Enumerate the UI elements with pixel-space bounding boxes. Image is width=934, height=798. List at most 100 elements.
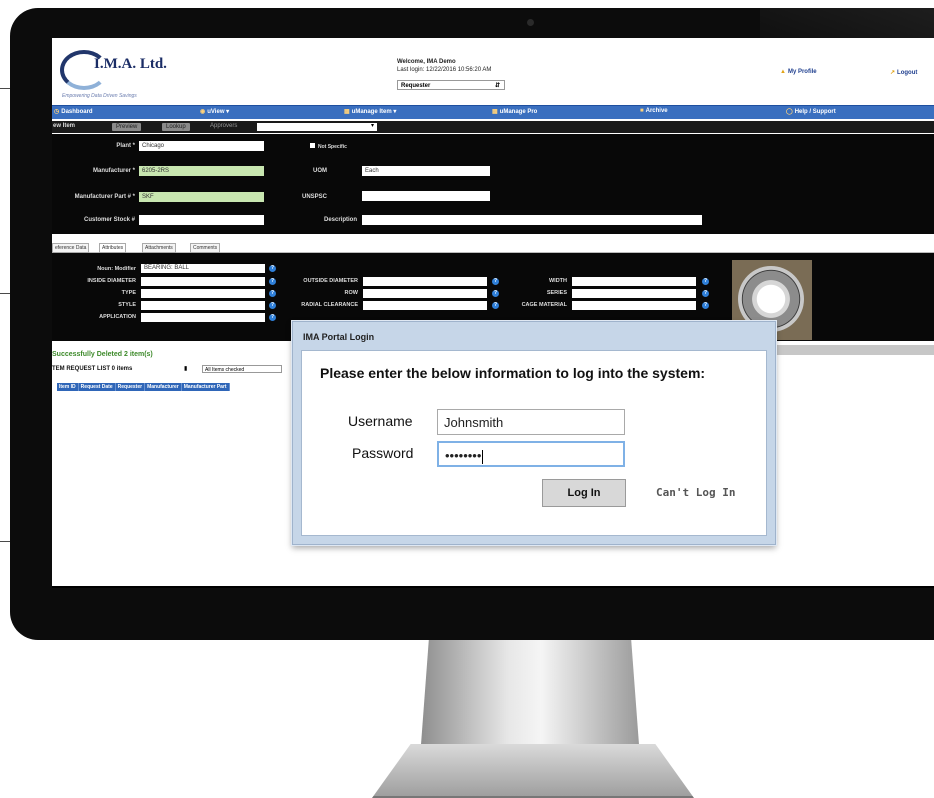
help-icon[interactable]: ?: [269, 290, 276, 297]
column-header-item-id[interactable]: Item ID: [57, 383, 79, 391]
nav-label: uView: [207, 109, 225, 115]
password-label: Password: [352, 445, 414, 461]
nav-item-umanage-item[interactable]: ▦ uManage Item ▾: [344, 108, 396, 115]
screen-bottom-strip: [52, 586, 934, 588]
nav-item-dashboard[interactable]: ◷ Dashboard: [54, 108, 93, 115]
dialog-title: IMA Portal Login: [303, 332, 375, 342]
not-specific-checkbox[interactable]: Not Specific: [310, 143, 347, 150]
role-select[interactable]: Requester ⇵: [397, 80, 505, 90]
row-label: ROW: [344, 290, 358, 296]
row-input[interactable]: [363, 289, 487, 298]
cant-login-link[interactable]: Can't Log In: [656, 486, 735, 499]
welcome-text: Welcome, IMA Demo: [397, 59, 456, 65]
help-icon[interactable]: ?: [702, 302, 709, 309]
plant-value: Chicago: [142, 143, 165, 149]
width-label: WIDTH: [548, 278, 567, 284]
tab-attributes[interactable]: Attributes: [99, 243, 127, 253]
help-icon[interactable]: ?: [492, 278, 499, 285]
password-input[interactable]: ••••••••: [437, 441, 625, 467]
detail-tabs: eference Data Attributes Attachments Com…: [52, 242, 934, 253]
help-icon[interactable]: ?: [269, 278, 276, 285]
cage-material-input[interactable]: [572, 301, 696, 310]
nav-item-umanage-pro[interactable]: ▦ uManage Pro: [492, 108, 537, 115]
list-header-band: [772, 345, 934, 355]
list-title: TEM REQUEST LIST 0 items: [52, 366, 133, 372]
nav-label: Help / Support: [794, 109, 836, 115]
text-caret: [482, 449, 484, 464]
role-value: Requester: [401, 83, 431, 89]
logout-link[interactable]: ↗ Logout: [890, 69, 917, 76]
help-icon[interactable]: ?: [702, 278, 709, 285]
binoculars-icon: ◉: [200, 109, 206, 115]
width-input[interactable]: [572, 277, 696, 286]
inside-diameter-label: INSIDE DIAMETER: [87, 278, 136, 284]
chevron-down-icon: ▾: [370, 123, 374, 129]
application-input[interactable]: [141, 313, 265, 322]
manage-pro-icon: ▦: [492, 109, 498, 115]
list-filter-select[interactable]: All Items checked: [202, 365, 282, 373]
manage-item-icon: ▦: [344, 109, 350, 115]
nav-label: Archive: [645, 108, 668, 114]
login-button[interactable]: Log In: [542, 479, 626, 507]
tab-comments[interactable]: Comments: [190, 243, 221, 253]
nav-item-uview[interactable]: ◉ uView ▾: [200, 108, 229, 115]
radial-clearance-input[interactable]: [363, 301, 487, 310]
plant-select[interactable]: Chicago: [139, 141, 264, 151]
application-label: APPLICATION: [99, 314, 136, 320]
customer-stock-input[interactable]: [139, 215, 264, 225]
noun-modifier-label: Noun: Modifier: [97, 266, 136, 272]
logo: I.M.A. Ltd.: [94, 56, 167, 72]
help-icon[interactable]: ?: [269, 265, 276, 272]
monitor-stand-neck: [420, 640, 640, 758]
preview-button[interactable]: Preview: [112, 123, 142, 131]
outside-diameter-label: OUTSIDE DIAMETER: [303, 278, 358, 284]
nav-item-archive[interactable]: ■ Archive: [640, 108, 668, 114]
description-label: Description: [323, 217, 357, 223]
nav-label: uManage Item: [351, 109, 392, 115]
select-arrows-icon: ⇵: [494, 83, 500, 89]
uom-label: UOM: [313, 168, 327, 174]
series-input[interactable]: [572, 289, 696, 298]
list-table-header: Item ID Request Date Requester Manufactu…: [57, 383, 230, 391]
customer-stock-label: Customer Stock #: [83, 217, 135, 223]
last-login-text: Last login: 12/22/2016 10:56:20 AM: [397, 67, 492, 73]
unspsc-input[interactable]: [362, 191, 490, 201]
item-toolbar: ew Item Preview Lookup Approvers ▾: [52, 121, 934, 133]
column-header-requester[interactable]: Requester: [116, 383, 146, 391]
logout-label: Logout: [897, 70, 918, 76]
welcome-block: Welcome, IMA Demo Last login: 12/22/2016…: [397, 58, 491, 74]
app-screen: I.M.A. Ltd. Empowering Data Driven Savin…: [52, 38, 934, 588]
nav-item-help[interactable]: ◯ Help / Support: [786, 108, 836, 115]
help-icon: ◯: [786, 109, 793, 115]
type-input[interactable]: [141, 289, 265, 298]
app-header: I.M.A. Ltd. Empowering Data Driven Savin…: [52, 38, 934, 102]
style-input[interactable]: [141, 301, 265, 310]
status-message: Successfully Deleted 2 item(s): [52, 351, 153, 358]
help-icon[interactable]: ?: [269, 314, 276, 321]
help-icon[interactable]: ?: [269, 302, 276, 309]
my-profile-link[interactable]: ▲ My Profile: [780, 69, 817, 75]
help-icon[interactable]: ?: [492, 302, 499, 309]
lookup-button[interactable]: Lookup: [162, 123, 190, 131]
noun-modifier-select[interactable]: BEARING: BALL: [141, 264, 265, 273]
manufacturer-input[interactable]: 6205-2RS: [139, 166, 264, 176]
logout-icon: ↗: [890, 70, 896, 76]
camera-icon: [527, 19, 534, 26]
column-header-manufacturer-part[interactable]: Manufacturer Part: [182, 383, 230, 391]
column-header-manufacturer[interactable]: Manufacturer: [145, 383, 182, 391]
column-header-request-date[interactable]: Request Date: [79, 383, 116, 391]
tab-attachments[interactable]: Attachments: [142, 243, 176, 253]
uom-select[interactable]: Each: [362, 166, 490, 176]
help-icon[interactable]: ?: [492, 290, 499, 297]
username-input[interactable]: Johnsmith: [437, 409, 625, 435]
inside-diameter-input[interactable]: [141, 277, 265, 286]
help-icon[interactable]: ?: [702, 290, 709, 297]
description-input[interactable]: [362, 215, 702, 225]
outside-diameter-input[interactable]: [363, 277, 487, 286]
login-prompt: Please enter the below information to lo…: [320, 365, 706, 381]
uom-value: Each: [365, 168, 379, 174]
nav-label: uManage Pro: [499, 109, 538, 115]
tab-reference-data[interactable]: eference Data: [52, 243, 90, 253]
approvers-select[interactable]: ▾: [257, 123, 377, 131]
manufacturer-part-input[interactable]: SKF: [139, 192, 264, 202]
